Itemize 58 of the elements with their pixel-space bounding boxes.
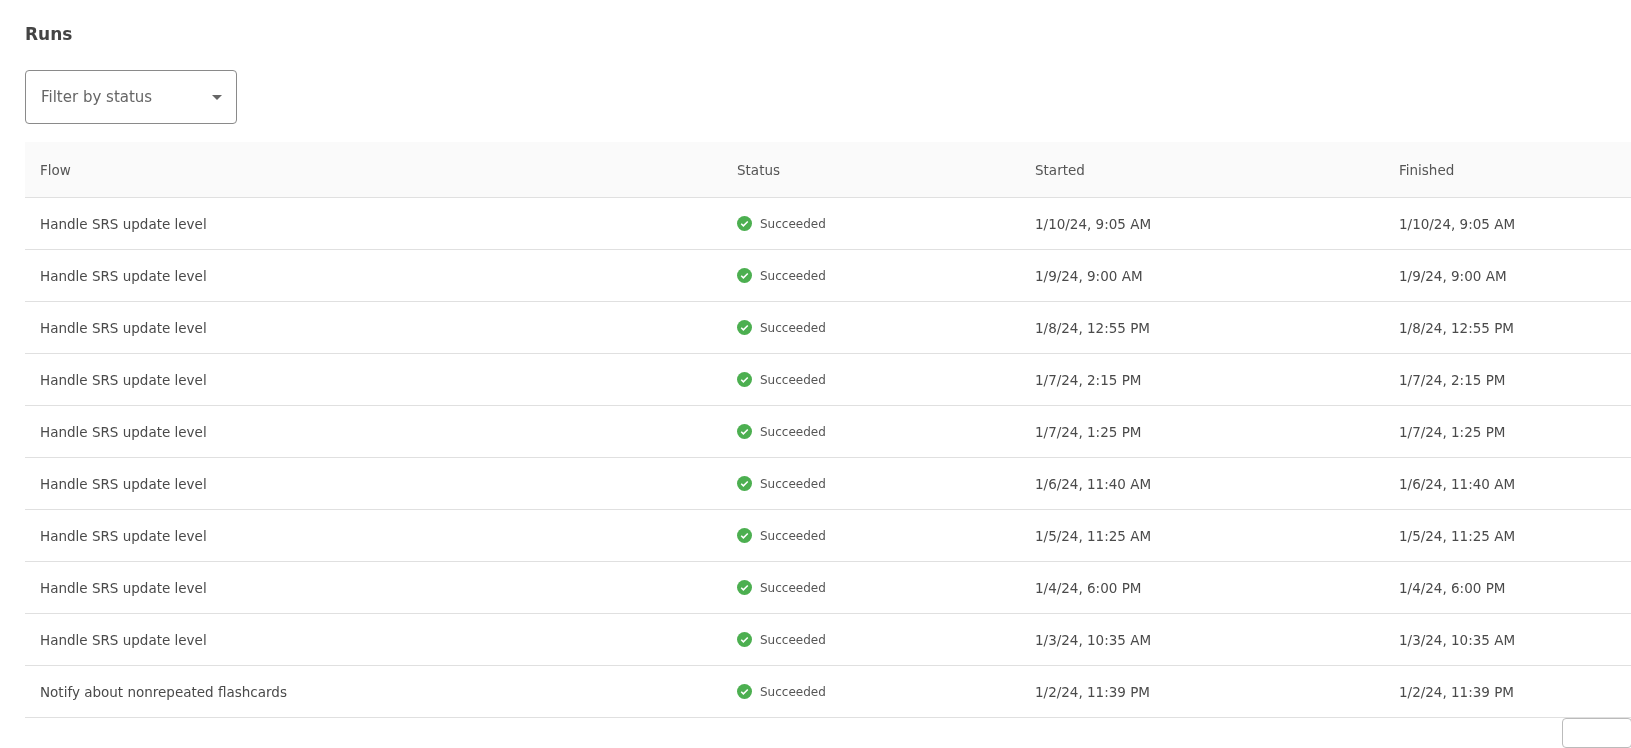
status-filter-dropdown[interactable]: Filter by status xyxy=(25,70,237,124)
table-cell-text: 1/7/24, 2:15 PM xyxy=(1034,371,1142,388)
table-cell-text: 1/7/24, 2:15 PM xyxy=(1398,371,1506,388)
check-circle-icon xyxy=(737,268,752,283)
table-cell-text: 1/10/24, 9:05 AM xyxy=(1034,215,1152,232)
table-cell-text: 1/2/24, 11:39 PM xyxy=(1398,683,1515,700)
table-cell-text: Handle SRS update level xyxy=(39,423,207,440)
table-cell-text: 1/3/24, 10:35 AM xyxy=(1034,631,1152,648)
table-cell-text: 1/6/24, 11:40 AM xyxy=(1034,475,1152,492)
table-cell-text: Handle SRS update level xyxy=(39,527,207,544)
status-label: Succeeded xyxy=(760,528,826,543)
table-cell-text: 1/10/24, 9:05 AM xyxy=(1398,215,1516,232)
column-header: Flow xyxy=(39,161,71,178)
check-circle-icon xyxy=(737,476,752,491)
status-label: Succeeded xyxy=(760,684,826,699)
status-label: Succeeded xyxy=(760,216,826,231)
table-cell-text: Handle SRS update level xyxy=(39,267,207,284)
table-cell-text: Handle SRS update level xyxy=(39,215,207,232)
caret-icon xyxy=(212,94,222,100)
check-circle-icon xyxy=(737,320,752,335)
table-cell-text: 1/9/24, 9:00 AM xyxy=(1034,267,1143,284)
status-label: Succeeded xyxy=(760,268,826,283)
status-label: Succeeded xyxy=(760,320,826,335)
status-label: Succeeded xyxy=(760,580,826,595)
table-cell-text: 1/3/24, 10:35 AM xyxy=(1398,631,1516,648)
table-cell-text: Notify about nonrepeated flashcards xyxy=(39,683,287,700)
check-circle-icon xyxy=(737,424,752,439)
table-cell-text: Handle SRS update level xyxy=(39,631,207,648)
table-cell-text: 1/4/24, 6:00 PM xyxy=(1398,579,1506,596)
table-cell-text: 1/9/24, 9:00 AM xyxy=(1398,267,1507,284)
table-cell-text: Handle SRS update level xyxy=(39,579,207,596)
status-label: Succeeded xyxy=(760,372,826,387)
column-header: Status xyxy=(736,161,781,178)
table-cell-text: 1/5/24, 11:25 AM xyxy=(1034,527,1152,544)
page-title: Runs xyxy=(25,23,74,46)
table-cell-text: 1/6/24, 11:40 AM xyxy=(1398,475,1516,492)
status-label: Succeeded xyxy=(760,424,826,439)
check-circle-icon xyxy=(737,372,752,387)
table-cell-text: Handle SRS update level xyxy=(39,319,207,336)
table-cell-text: Handle SRS update level xyxy=(39,475,207,492)
check-circle-icon xyxy=(737,632,752,647)
table-cell-text: Handle SRS update level xyxy=(39,371,207,388)
check-circle-icon xyxy=(737,216,752,231)
check-circle-icon xyxy=(737,580,752,595)
table-cell-text: 1/7/24, 1:25 PM xyxy=(1034,423,1142,440)
column-header: Started xyxy=(1034,161,1085,178)
status-label: Succeeded xyxy=(760,476,826,491)
table-cell-text: 1/4/24, 6:00 PM xyxy=(1034,579,1142,596)
table-cell-text: 1/7/24, 1:25 PM xyxy=(1398,423,1506,440)
check-circle-icon xyxy=(737,684,752,699)
check-circle-icon xyxy=(737,528,752,543)
table-cell-text: 1/8/24, 12:55 PM xyxy=(1034,319,1151,336)
table-cell-text: 1/8/24, 12:55 PM xyxy=(1398,319,1515,336)
table-cell-text: 1/2/24, 11:39 PM xyxy=(1034,683,1151,700)
pagination-button[interactable] xyxy=(1562,718,1631,748)
column-header: Finished xyxy=(1398,161,1455,178)
status-label: Succeeded xyxy=(760,632,826,647)
table-cell-text: 1/5/24, 11:25 AM xyxy=(1398,527,1516,544)
